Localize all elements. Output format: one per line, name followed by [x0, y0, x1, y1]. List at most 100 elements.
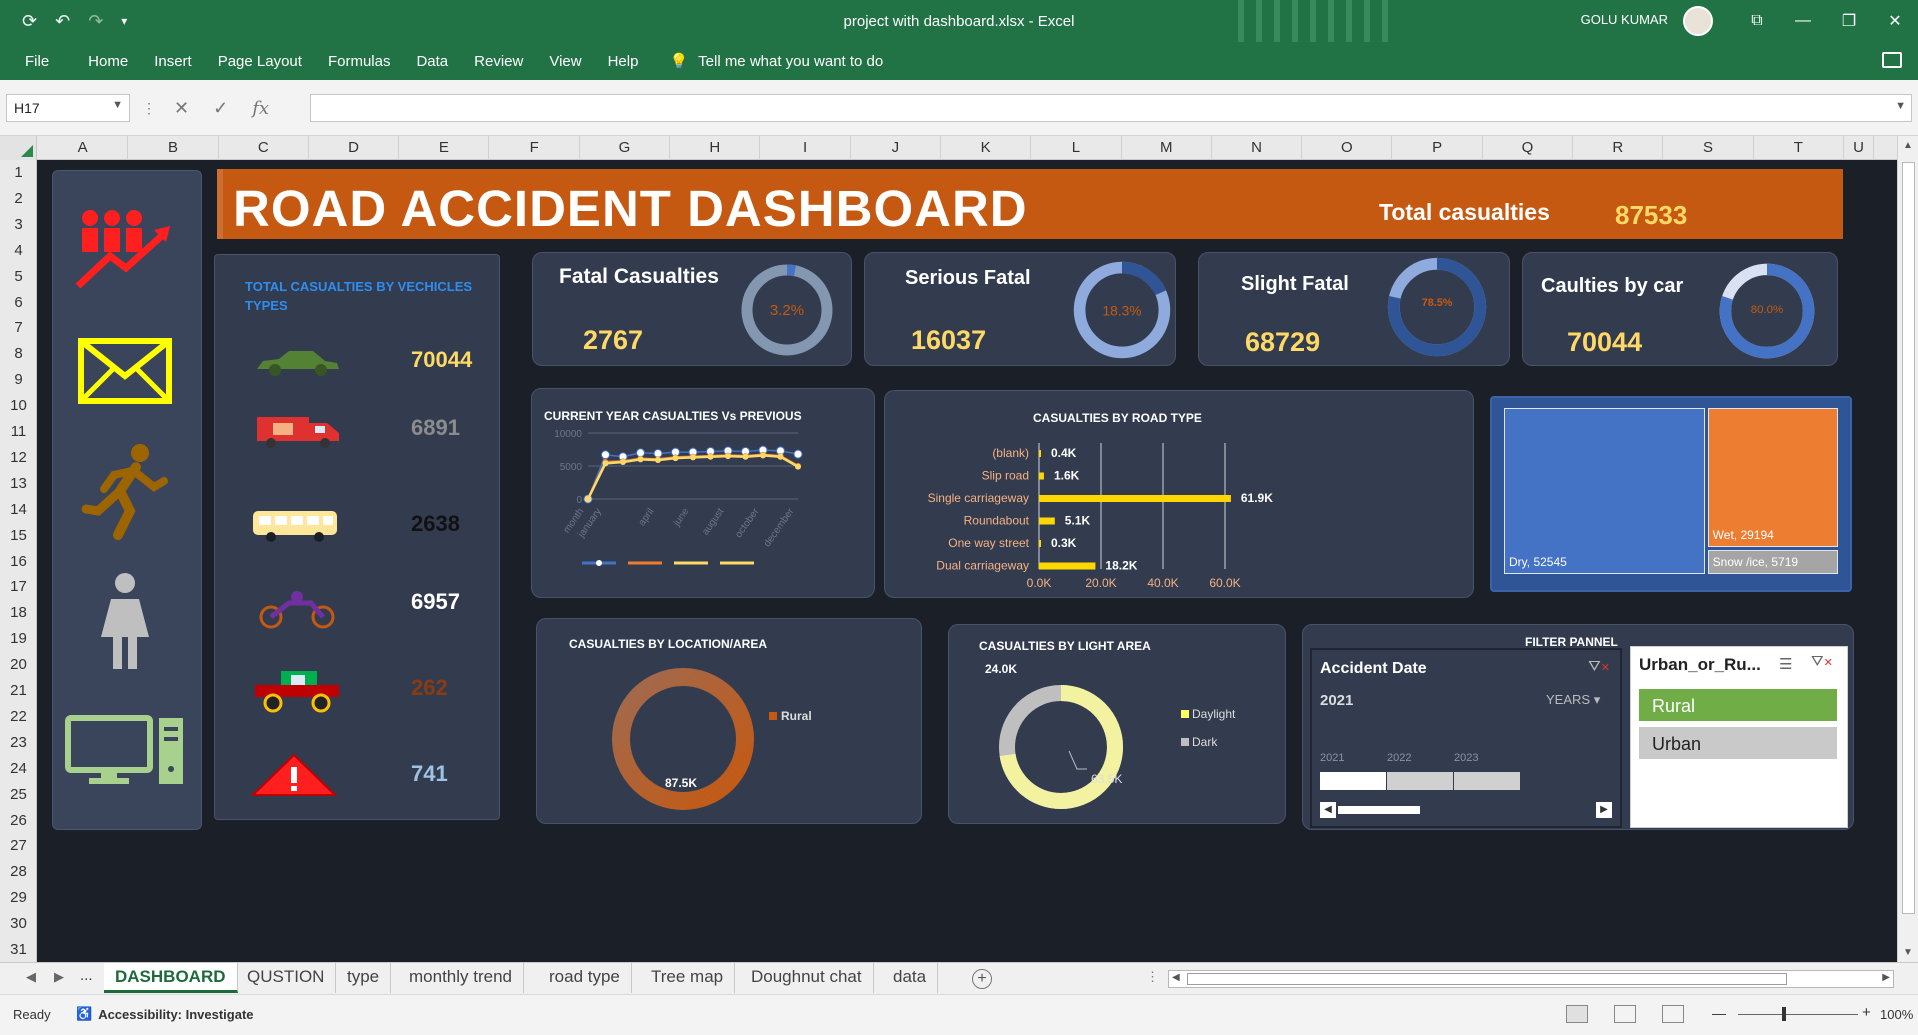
avatar[interactable]: [1683, 6, 1713, 36]
tab-page-layout[interactable]: Page Layout: [205, 53, 315, 70]
tab-help[interactable]: Help: [595, 53, 652, 70]
chevron-down-icon[interactable]: ▼: [112, 99, 123, 111]
scroll-down-icon[interactable]: ▼: [1903, 947, 1913, 958]
comments-icon[interactable]: [1882, 52, 1902, 68]
zoom-slider[interactable]: [1738, 1014, 1858, 1015]
scroll-right-icon[interactable]: ▶: [1596, 802, 1612, 818]
line-chart-panel[interactable]: CURRENT YEAR CASUALTIES Vs PREVIOUS 1000…: [531, 388, 875, 598]
row-header[interactable]: 12: [0, 445, 37, 471]
row-header[interactable]: 28: [0, 859, 37, 885]
prev-sheet-icon[interactable]: ◀: [26, 969, 36, 985]
slicer-item-urban[interactable]: Urban: [1639, 727, 1837, 759]
column-header[interactable]: D: [309, 136, 400, 160]
kpi-card-serious[interactable]: Serious Fatal 16037 18.3%: [864, 252, 1176, 366]
row-header[interactable]: 13: [0, 471, 37, 497]
tab-data[interactable]: Data: [403, 53, 461, 70]
row-header[interactable]: 15: [0, 523, 37, 549]
column-header[interactable]: J: [851, 136, 941, 160]
column-header[interactable]: U: [1844, 136, 1874, 160]
row-header[interactable]: 31: [0, 937, 37, 963]
tab-file[interactable]: File: [0, 53, 75, 70]
treemap-cell[interactable]: Wet, 29194: [1707, 408, 1838, 547]
row-header[interactable]: 6: [0, 290, 37, 316]
redo-icon[interactable]: ↷: [88, 11, 103, 32]
column-header[interactable]: I: [760, 136, 851, 160]
road-bar[interactable]: [1039, 472, 1044, 480]
column-header[interactable]: F: [490, 136, 580, 160]
column-header[interactable]: A: [38, 136, 129, 160]
row-header[interactable]: 20: [0, 652, 37, 678]
row-header[interactable]: 9: [0, 367, 37, 393]
row-header[interactable]: 29: [0, 885, 37, 911]
row-header[interactable]: 24: [0, 756, 37, 782]
row-header[interactable]: 27: [0, 833, 37, 859]
zoom-out-icon[interactable]: —: [1712, 1005, 1726, 1021]
road-bar[interactable]: [1039, 495, 1231, 502]
scroll-left-icon[interactable]: ◀: [1172, 972, 1180, 983]
insert-function-icon[interactable]: fx: [252, 98, 269, 119]
tab-tree-map[interactable]: Tree map: [640, 963, 736, 993]
row-header[interactable]: 2: [0, 186, 37, 212]
row-header[interactable]: 1: [0, 160, 37, 186]
vertical-scroll-thumb[interactable]: [1902, 162, 1915, 914]
more-sheets-button[interactable]: ...: [80, 967, 93, 984]
road-bar[interactable]: [1039, 562, 1096, 570]
timeline-bar-2022[interactable]: [1387, 772, 1453, 790]
row-header[interactable]: 7: [0, 315, 37, 341]
row-header[interactable]: 19: [0, 626, 37, 652]
timeline-scroll-thumb[interactable]: [1338, 806, 1420, 814]
autosave-icon[interactable]: ⟳: [22, 11, 37, 32]
row-header[interactable]: 30: [0, 911, 37, 937]
next-sheet-icon[interactable]: ▶: [54, 969, 64, 985]
undo-icon[interactable]: ↶: [55, 11, 70, 32]
zoom-slider-thumb[interactable]: [1782, 1007, 1786, 1021]
tab-insert[interactable]: Insert: [141, 53, 205, 70]
clear-filter-icon[interactable]: ⛛✕: [1811, 653, 1833, 670]
kpi-card-fatal[interactable]: Fatal Casualties 2767 3.2%: [532, 252, 852, 366]
tab-view[interactable]: View: [536, 53, 594, 70]
add-sheet-button[interactable]: +: [972, 969, 992, 989]
close-icon[interactable]: ✕: [1872, 0, 1918, 42]
row-header[interactable]: 18: [0, 600, 37, 626]
timeline-bar-2023[interactable]: [1454, 772, 1520, 790]
scroll-right-icon[interactable]: ▶: [1882, 972, 1890, 983]
column-header[interactable]: O: [1302, 136, 1393, 160]
column-header[interactable]: G: [580, 136, 671, 160]
tab-dashboard[interactable]: DASHBOARD: [104, 963, 238, 993]
treemap-panel[interactable]: Dry, 52545 Wet, 29194 Snow /ice, 5719: [1490, 396, 1852, 592]
vertical-scrollbar[interactable]: ▲ ▼: [1897, 136, 1918, 962]
column-header[interactable]: T: [1754, 136, 1844, 160]
cancel-icon[interactable]: ✕: [174, 98, 189, 119]
expand-formula-icon[interactable]: ▼: [1895, 100, 1906, 112]
row-header[interactable]: 5: [0, 264, 37, 290]
user-name[interactable]: GOLU KUMAR: [1581, 12, 1668, 27]
road-bar[interactable]: [1039, 450, 1041, 457]
row-header[interactable]: 23: [0, 730, 37, 756]
multi-select-icon[interactable]: ☰: [1779, 655, 1792, 673]
ribbon-display-icon[interactable]: ⧉: [1734, 0, 1780, 42]
road-bar[interactable]: [1039, 540, 1041, 547]
light-chart-panel[interactable]: CASUALTIES BY LIGHT AREA 24.0K 63.5K Day…: [948, 624, 1286, 824]
treemap-cell[interactable]: Snow /ice, 5719: [1707, 549, 1838, 574]
road-bar[interactable]: [1039, 517, 1055, 525]
column-header[interactable]: E: [399, 136, 490, 160]
page-layout-view-icon[interactable]: [1614, 1005, 1636, 1023]
zoom-level[interactable]: 100%: [1880, 1007, 1913, 1022]
road-type-chart-panel[interactable]: CASUALTIES BY ROAD TYPE 0.0K 20.0K 40.0K 60…: [884, 390, 1474, 598]
tab-data[interactable]: data: [882, 963, 939, 993]
time-level-dropdown[interactable]: YEARS ▾: [1546, 692, 1600, 708]
row-header[interactable]: 17: [0, 574, 37, 600]
column-header[interactable]: B: [128, 136, 219, 160]
tab-split-handle[interactable]: ⋮: [1146, 969, 1159, 985]
row-header[interactable]: 3: [0, 212, 37, 238]
formula-input[interactable]: [310, 94, 1912, 122]
clear-filter-icon[interactable]: ⛛✕: [1588, 658, 1610, 675]
row-header[interactable]: 21: [0, 678, 37, 704]
row-header[interactable]: 4: [0, 238, 37, 264]
name-box[interactable]: H17 ▼: [6, 94, 130, 122]
tab-home[interactable]: Home: [75, 53, 141, 70]
row-header[interactable]: 10: [0, 393, 37, 419]
column-header[interactable]: K: [941, 136, 1032, 160]
date-slicer[interactable]: Accident Date ⛛✕ 2021 YEARS ▾ 2021 2022 …: [1310, 648, 1622, 828]
column-header[interactable]: L: [1031, 136, 1122, 160]
